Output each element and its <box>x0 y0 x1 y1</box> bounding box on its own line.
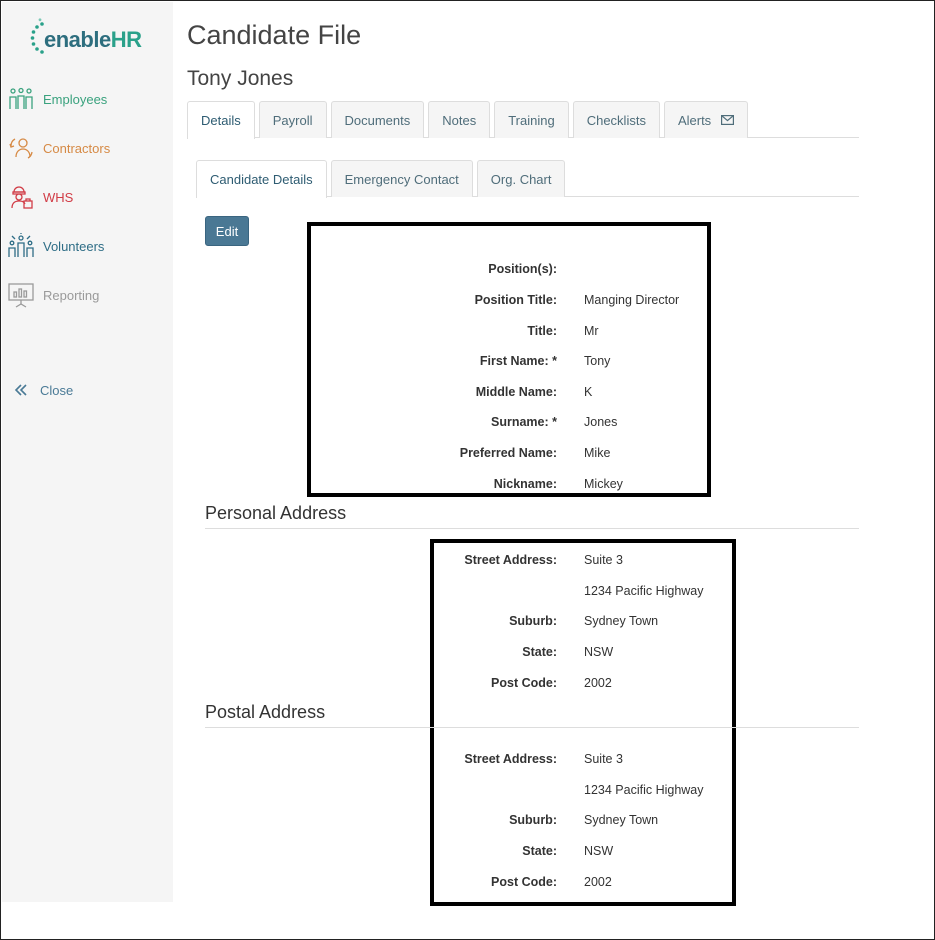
sidebar-item-label: Volunteers <box>43 238 105 254</box>
logo-text: enableHR <box>44 27 142 53</box>
sidebar-item-whs[interactable]: WHS <box>2 182 173 212</box>
personal-state-value: NSW <box>584 645 614 659</box>
postal-postcode-label: Post Code: <box>491 875 557 889</box>
section-title-postal-address: Postal Address <box>205 702 859 728</box>
personal-suburb-value: Sydney Town <box>584 614 659 628</box>
postal-street-label: Street Address: <box>464 752 557 766</box>
field-value-position-title: Manging Director <box>584 293 680 307</box>
sidebar-item-reporting[interactable]: Reporting <box>2 280 173 310</box>
reporting-icon <box>7 281 35 309</box>
employees-icon <box>7 85 35 113</box>
field-label-positions: Position(s): <box>488 262 557 276</box>
field-value-nickname: Mickey <box>584 477 623 491</box>
tab-payroll[interactable]: Payroll <box>258 101 327 138</box>
tab-emergency-contact[interactable]: Emergency Contact <box>330 160 473 197</box>
sidebar-item-employees[interactable]: Employees <box>2 84 173 114</box>
field-label-title: Title: <box>527 324 557 338</box>
field-value-title: Mr <box>584 324 599 338</box>
personal-suburb-label: Suburb: <box>509 614 557 628</box>
contractors-icon <box>7 134 35 162</box>
sidebar-item-label: WHS <box>43 189 74 205</box>
sidebar-item-label: Employees <box>43 91 108 107</box>
postal-suburb-value: Sydney Town <box>584 813 659 827</box>
logo-hr-text: HR <box>110 27 142 52</box>
sidebar-close-button[interactable]: Close <box>2 375 173 405</box>
postal-suburb-label: Suburb: <box>509 813 557 827</box>
tab-org-chart[interactable]: Org. Chart <box>476 160 566 197</box>
field-value-preferred-name: Mike <box>584 446 611 460</box>
personal-state-label: State: <box>522 645 557 659</box>
tab-notes[interactable]: Notes <box>428 101 491 138</box>
sidebar-item-volunteers[interactable]: Volunteers <box>2 231 173 261</box>
envelope-icon <box>721 113 735 128</box>
personal-street-line1: Suite 3 <box>584 553 623 567</box>
sidebar-item-contractors[interactable]: Contractors <box>2 133 173 163</box>
candidate-name: Tony Jones <box>187 67 294 90</box>
main-tabs: Details Payroll Documents Notes Training… <box>187 101 859 139</box>
field-label-preferred-name: Preferred Name: <box>459 446 557 460</box>
personal-postcode-label: Post Code: <box>491 676 557 690</box>
field-label-position-title: Position Title: <box>474 293 557 307</box>
sidebar-item-label: Contractors <box>43 140 111 156</box>
tab-checklists[interactable]: Checklists <box>572 101 660 138</box>
field-label-middle-name: Middle Name: <box>475 385 557 399</box>
postal-state-value: NSW <box>584 844 614 858</box>
tab-alerts[interactable]: Alerts <box>663 101 749 138</box>
sidebar-close-label: Close <box>40 382 74 398</box>
postal-postcode-value: 2002 <box>584 875 612 889</box>
enablehr-logo[interactable]: enableHR <box>30 18 150 58</box>
personal-street-line2: 1234 Pacific Highway <box>584 584 704 598</box>
sidebar: enableHR Employees Contractors WHS Volun… <box>2 2 173 902</box>
tab-training[interactable]: Training <box>494 101 569 138</box>
field-label-surname: Surname: * <box>491 415 557 429</box>
sidebar-item-label: Reporting <box>43 287 100 303</box>
tab-alerts-label: Alerts <box>677 112 712 128</box>
postal-street-line1: Suite 3 <box>584 752 623 766</box>
field-value-middle-name: K <box>584 385 593 399</box>
tab-candidate-details[interactable]: Candidate Details <box>196 160 327 198</box>
field-label-first-name: First Name: * <box>479 354 557 368</box>
whs-icon <box>7 183 35 211</box>
page-title: Candidate File <box>187 20 362 50</box>
section-title-personal-address: Personal Address <box>205 503 859 529</box>
postal-state-label: State: <box>522 844 557 858</box>
personal-street-label: Street Address: <box>464 553 557 567</box>
postal-street-line2: 1234 Pacific Highway <box>584 783 704 797</box>
logo-enable-text: enable <box>44 27 111 52</box>
tab-details[interactable]: Details <box>187 101 255 139</box>
field-label-nickname: Nickname: <box>493 477 557 491</box>
field-value-first-name: Tony <box>584 354 611 368</box>
tab-documents[interactable]: Documents <box>330 101 425 138</box>
field-value-surname: Jones <box>584 415 618 429</box>
sub-tabs: Candidate Details Emergency Contact Org.… <box>196 160 859 198</box>
volunteers-icon <box>7 232 35 260</box>
edit-button[interactable]: Edit <box>205 216 249 246</box>
double-chevron-left-icon <box>10 376 32 404</box>
personal-postcode-value: 2002 <box>584 676 612 690</box>
